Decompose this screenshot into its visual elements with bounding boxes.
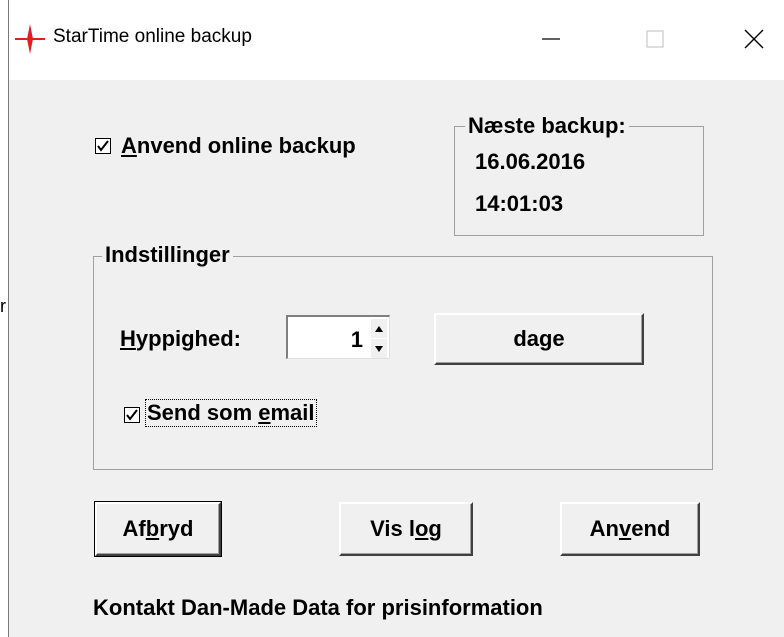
close-button[interactable] bbox=[724, 14, 784, 64]
online-backup-label: Anvend online backup bbox=[121, 133, 356, 158]
next-backup-group: Næste backup: 16.06.2016 14:01:03 bbox=[454, 113, 704, 236]
settings-group: Indstillinger Hyppighed: 1 dage Send som… bbox=[93, 242, 713, 470]
arrow-down-icon bbox=[375, 345, 383, 352]
online-backup-checkbox[interactable] bbox=[95, 138, 111, 154]
spin-up-button[interactable] bbox=[371, 319, 387, 338]
send-email-label: Send som email bbox=[145, 399, 317, 427]
footer-text: Kontakt Dan-Made Data for prisinformatio… bbox=[93, 595, 543, 620]
apply-button[interactable]: An v end bbox=[560, 502, 700, 556]
maximize-icon bbox=[646, 30, 664, 48]
stray-text: r bbox=[0, 296, 6, 316]
frequency-value: 1 bbox=[350, 327, 363, 352]
next-backup-date: 16.06.2016 bbox=[475, 149, 586, 174]
title-bar[interactable]: StarTime online backup bbox=[9, 0, 784, 80]
settings-legend: Indstillinger bbox=[102, 242, 233, 268]
minimize-icon bbox=[542, 38, 560, 40]
check-icon bbox=[126, 409, 138, 421]
next-backup-time: 14:01:03 bbox=[475, 191, 564, 216]
send-email-checkbox[interactable] bbox=[124, 407, 140, 423]
spin-down-button[interactable] bbox=[371, 339, 387, 358]
close-icon bbox=[744, 29, 764, 49]
frequency-label: Hyppighed: bbox=[120, 326, 241, 351]
unit-days-button[interactable]: dage bbox=[434, 313, 644, 365]
dialog-window: StarTime online backup Anvend online bac… bbox=[8, 0, 784, 637]
window-title: StarTime online backup bbox=[53, 26, 252, 47]
app-icon bbox=[15, 24, 45, 54]
frequency-spin-buttons bbox=[371, 319, 387, 359]
view-log-button[interactable]: Vis log bbox=[339, 502, 473, 556]
next-backup-legend: Næste backup: bbox=[465, 113, 629, 139]
cancel-button[interactable]: Af b ryd bbox=[94, 501, 222, 557]
minimize-button[interactable] bbox=[521, 14, 581, 64]
frequency-stepper[interactable]: 1 bbox=[286, 315, 390, 359]
check-icon bbox=[97, 140, 109, 152]
arrow-up-icon bbox=[375, 325, 383, 332]
maximize-button[interactable] bbox=[625, 14, 685, 64]
